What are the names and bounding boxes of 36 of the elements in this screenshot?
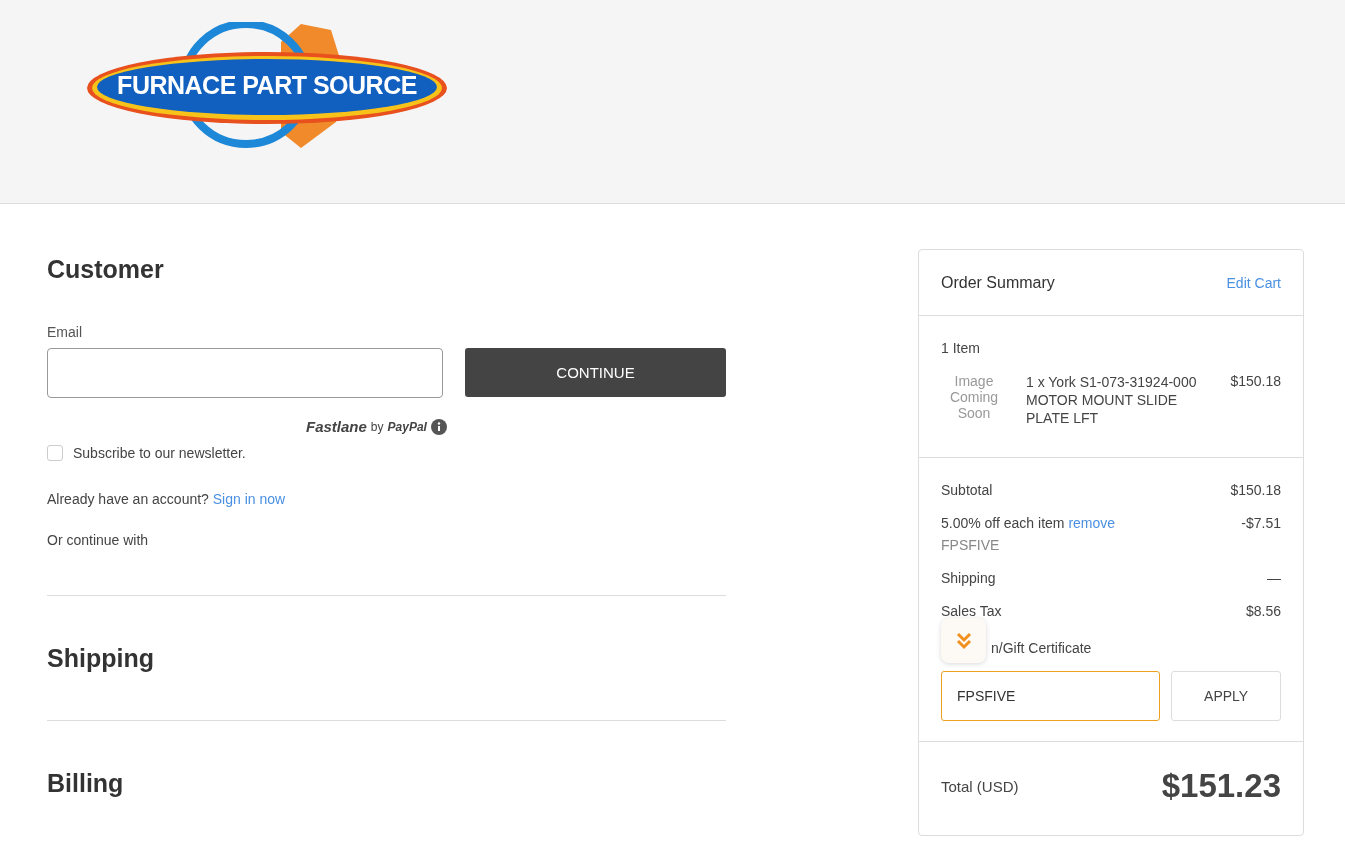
- continue-button[interactable]: CONTINUE: [465, 348, 726, 397]
- double-chevron-icon: [955, 630, 972, 651]
- coupon-label: n/Gift Certificate: [991, 640, 1093, 656]
- newsletter-label: Subscribe to our newsletter.: [73, 445, 246, 461]
- account-prompt: Already have an account? Sign in now: [47, 491, 287, 507]
- email-field[interactable]: [47, 348, 443, 398]
- paypal-text: PayPal: [387, 419, 427, 434]
- coupon-code: FPSFIVE: [941, 537, 1001, 553]
- line-label: Subtotal: [941, 482, 993, 498]
- line-value: $150.18: [1230, 482, 1281, 498]
- line-value: —: [1267, 570, 1281, 586]
- item-count: 1 Item: [941, 340, 981, 356]
- item-price: $150.18: [1230, 373, 1281, 389]
- scroll-button[interactable]: [941, 618, 986, 663]
- coupon-field[interactable]: FPSFIVE: [941, 671, 1161, 721]
- total-label: Total (USD): [941, 777, 1019, 795]
- email-label: Email: [47, 324, 83, 340]
- line-label: Sales Tax: [941, 603, 1002, 619]
- apply-button[interactable]: APPLY: [1171, 671, 1281, 721]
- section-title: Billing: [47, 769, 125, 798]
- no-image-text: Image Coming Soon: [948, 373, 1000, 421]
- fastlane-text: Fastlane: [306, 418, 367, 435]
- continue-with-text: Or continue with: [47, 532, 150, 548]
- by-text: by: [370, 419, 384, 434]
- section-title: Customer: [47, 255, 165, 284]
- line-label: Shipping: [941, 570, 996, 586]
- logo-text: FURNACE PART SOURCE: [116, 71, 418, 100]
- info-icon[interactable]: [430, 418, 447, 435]
- total-value: $151.23: [1161, 767, 1281, 805]
- line-value: $8.56: [1245, 603, 1281, 619]
- line-value: -$7.51: [1241, 515, 1281, 533]
- line-label: 5.00% off each item remove: [941, 515, 1116, 531]
- summary-title: Order Summary: [941, 274, 1055, 292]
- item-name: 1 x York S1-073-31924-000 MOTOR MOUNT SLIDE PLATE LFT: [1026, 373, 1198, 427]
- section-title: Shipping: [47, 644, 155, 673]
- newsletter-checkbox[interactable]: [47, 445, 63, 461]
